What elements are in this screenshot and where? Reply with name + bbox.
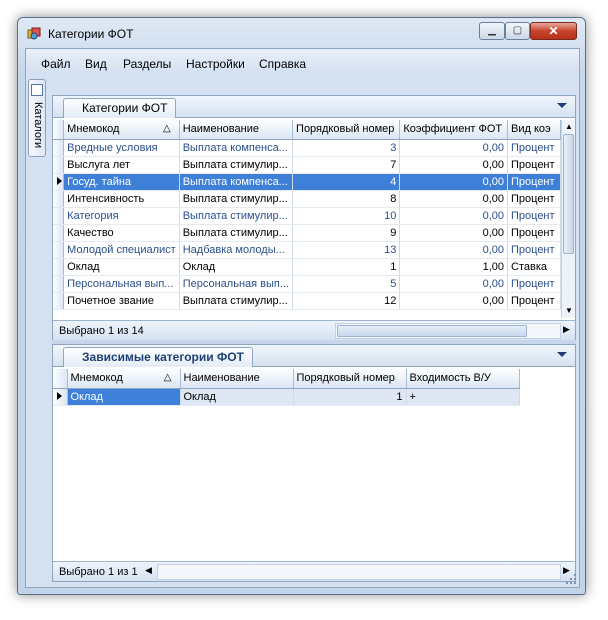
bottom-pane: Зависимые категории ФОТ Мнемокод △ Наимен…: [52, 344, 576, 582]
table-row[interactable]: Качество Выплата стимулир... 9 0,00 Проц…: [53, 224, 561, 242]
dependent-table: Мнемокод △ Наименование Порядковый номер …: [53, 369, 520, 406]
bottom-pane-header: Зависимые категории ФОТ: [53, 345, 575, 367]
column-header-name[interactable]: Наименование: [179, 120, 294, 140]
column-header-order[interactable]: Порядковый номер: [293, 369, 407, 389]
main-window: Категории ФОТ ▁ ▢ ✕ Файл Вид Разделы Нас…: [17, 17, 586, 595]
header-indicator: [53, 369, 68, 389]
window-title: Категории ФОТ: [48, 27, 134, 41]
scroll-down-icon[interactable]: ▼: [565, 306, 573, 315]
row-pointer-icon: [57, 391, 62, 400]
menu-settings[interactable]: Настройки: [186, 57, 245, 71]
h-scroll-thumb[interactable]: [337, 325, 527, 337]
app-icon: [27, 27, 41, 40]
column-header-mnemocode[interactable]: Мнемокод △: [67, 369, 181, 389]
table-row[interactable]: Вредные условия Выплата компенса... 3 0,…: [53, 139, 561, 157]
top-vertical-scrollbar[interactable]: ▲ ▼: [561, 120, 575, 318]
maximize-icon: ▢: [512, 25, 523, 36]
scroll-right-icon[interactable]: ▶: [563, 324, 570, 335]
nav-prev-icon[interactable]: ◀: [145, 565, 152, 576]
top-grid: Мнемокод △ Наименование Порядковый номер …: [53, 120, 561, 318]
catalog-icon: [31, 84, 43, 96]
close-icon: ✕: [548, 24, 559, 38]
top-selection-count: Выбрано 1 из 14: [59, 325, 144, 337]
table-row[interactable]: Почетное звание Выплата стимулир... 12 0…: [53, 292, 561, 310]
tab-dependent-categories[interactable]: Зависимые категории ФОТ: [63, 347, 253, 367]
header-indicator: [53, 120, 65, 140]
minimize-button[interactable]: ▁: [479, 22, 505, 40]
resize-grip-icon[interactable]: [565, 573, 577, 585]
table-row[interactable]: Выслуга лет Выплата стимулир... 7 0,00 П…: [53, 156, 561, 174]
column-header-kind[interactable]: Вид коэ: [507, 120, 561, 140]
bottom-horizontal-scrollbar[interactable]: [157, 564, 561, 580]
close-button[interactable]: ✕: [530, 22, 577, 40]
table-row-selected[interactable]: Госуд. тайна Выплата компенса... 4 0,00 …: [53, 173, 561, 191]
column-header-order[interactable]: Порядковый номер: [292, 120, 401, 140]
title-bar[interactable]: Категории ФОТ ▁ ▢ ✕: [18, 18, 585, 48]
top-pane-header: Категории ФОТ: [53, 96, 575, 118]
chevron-down-icon[interactable]: [557, 352, 567, 357]
table-header-row: Мнемокод △ Наименование Порядковый номер …: [53, 120, 561, 140]
bottom-status-bar: Выбрано 1 из 1 ◀ ▶: [53, 561, 575, 581]
menu-sections[interactable]: Разделы: [123, 57, 171, 71]
menu-bar: Файл Вид Разделы Настройки Справка: [26, 49, 579, 75]
bottom-selection-count: Выбрано 1 из 1: [59, 566, 138, 578]
column-header-mnemocode[interactable]: Мнемокод △: [63, 120, 180, 140]
table-row[interactable]: Категория Выплата стимулир... 10 0,00 Пр…: [53, 207, 561, 225]
row-pointer-icon: [57, 176, 62, 185]
sidebar-tab-label: Каталоги: [32, 102, 44, 149]
client-area: Файл Вид Разделы Настройки Справка Катал…: [25, 48, 580, 588]
sidebar-tab-catalogs[interactable]: Каталоги: [28, 79, 46, 157]
top-horizontal-scrollbar[interactable]: [335, 323, 561, 339]
table-row[interactable]: Персональная вып... Персональная вып... …: [53, 275, 561, 293]
column-header-name[interactable]: Наименование: [180, 369, 294, 389]
maximize-button[interactable]: ▢: [505, 22, 530, 40]
scroll-up-icon[interactable]: ▲: [565, 122, 573, 131]
table-row[interactable]: Оклад Оклад 1 1,00 Ставка: [53, 258, 561, 276]
sort-asc-icon: △: [163, 372, 172, 383]
column-header-coefficient[interactable]: Коэффициент ФОТ: [399, 120, 508, 140]
sidebar: Каталоги: [26, 75, 50, 587]
menu-file[interactable]: Файл: [41, 57, 71, 71]
minimize-icon: ▁: [488, 25, 496, 36]
tab-fot-categories[interactable]: Категории ФОТ: [63, 98, 177, 118]
table-header-row: Мнемокод △ Наименование Порядковый номер …: [53, 369, 520, 389]
menu-view[interactable]: Вид: [85, 57, 107, 71]
menu-help[interactable]: Справка: [259, 57, 306, 71]
bottom-grid: Мнемокод △ Наименование Порядковый номер …: [53, 369, 575, 561]
column-header-inclusion[interactable]: Входимость В/У: [406, 369, 520, 389]
scroll-thumb[interactable]: [563, 134, 574, 254]
categories-table: Мнемокод △ Наименование Порядковый номер …: [53, 120, 561, 310]
sort-asc-icon: △: [163, 123, 171, 134]
top-status-bar: Выбрано 1 из 14 ▶: [53, 320, 575, 340]
table-row[interactable]: Оклад Оклад 1 +: [53, 388, 520, 406]
table-row[interactable]: Молодой специалист Надбавка молоды... 13…: [53, 241, 561, 259]
top-pane: Категории ФОТ Мнемокод △ Наименование Пор…: [52, 95, 576, 341]
table-row[interactable]: Интенсивность Выплата стимулир... 8 0,00…: [53, 190, 561, 208]
chevron-down-icon[interactable]: [557, 103, 567, 108]
